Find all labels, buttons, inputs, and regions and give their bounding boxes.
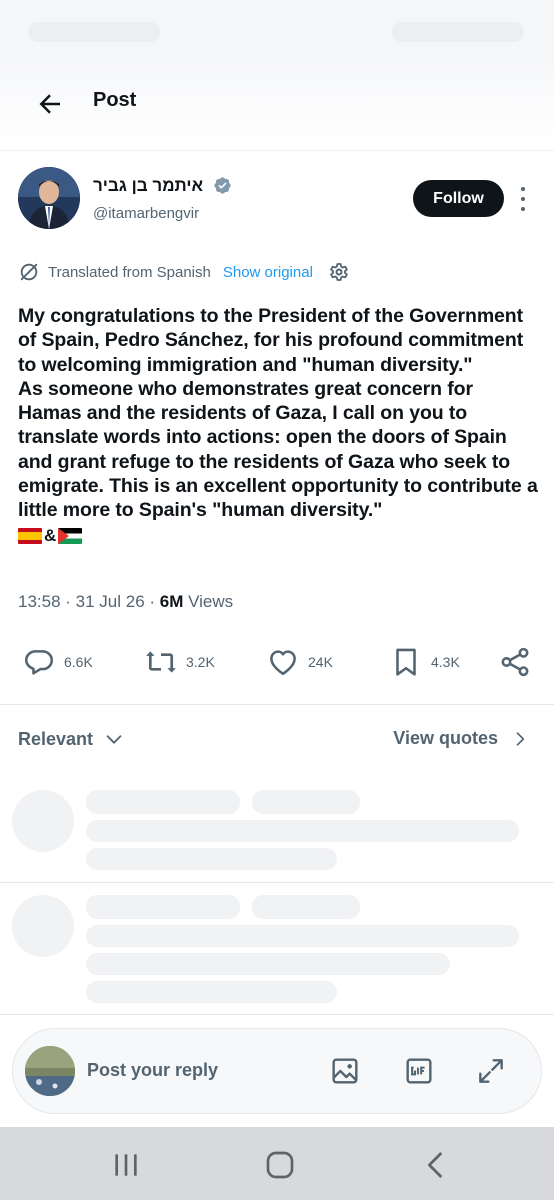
home-icon[interactable] bbox=[264, 1149, 296, 1181]
reply-button[interactable]: 6.6K bbox=[22, 640, 93, 684]
top-app-bar: Post bbox=[0, 64, 554, 150]
reply-count: 6.6K bbox=[64, 654, 93, 670]
dot-icon bbox=[521, 197, 525, 201]
skeleton-line bbox=[86, 820, 519, 842]
header-divider bbox=[0, 150, 554, 151]
translate-slash-icon bbox=[20, 263, 38, 281]
sort-replies-dropdown[interactable]: Relevant bbox=[18, 728, 125, 750]
status-bar-indicators bbox=[392, 22, 524, 42]
skeleton-divider bbox=[0, 1014, 554, 1015]
action-bar: 6.6K 3.2K 24K 4.3K bbox=[0, 640, 554, 684]
expand-icon[interactable] bbox=[475, 1055, 507, 1087]
bookmark-icon bbox=[396, 648, 416, 676]
reply-icon bbox=[24, 650, 54, 675]
status-bar bbox=[0, 0, 554, 64]
skeleton-avatar bbox=[12, 790, 74, 852]
back-button[interactable] bbox=[30, 84, 70, 124]
post-text: My congratulations to the President of t… bbox=[18, 304, 538, 548]
back-nav-icon[interactable] bbox=[420, 1149, 452, 1181]
dot-icon bbox=[521, 187, 525, 191]
actions-divider bbox=[0, 704, 554, 705]
skeleton-line bbox=[252, 895, 360, 919]
like-button[interactable]: 24K bbox=[266, 640, 333, 684]
skeleton-line bbox=[252, 790, 360, 814]
skeleton-line bbox=[86, 953, 450, 975]
view-quotes-label: View quotes bbox=[393, 728, 498, 748]
my-avatar-image bbox=[25, 1046, 75, 1096]
page-title: Post bbox=[93, 89, 137, 111]
arrow-left-icon bbox=[39, 94, 60, 114]
skeleton-line bbox=[86, 925, 519, 947]
chevron-right-icon bbox=[516, 731, 525, 746]
recent-apps-icon[interactable] bbox=[110, 1149, 142, 1181]
image-icon[interactable] bbox=[329, 1055, 361, 1087]
verified-badge-icon bbox=[214, 177, 231, 194]
spain-flag-icon bbox=[18, 527, 42, 544]
post-time: 13:58 bbox=[18, 592, 61, 611]
share-icon bbox=[501, 647, 529, 677]
bookmark-count: 4.3K bbox=[431, 654, 460, 670]
follow-button[interactable]: Follow bbox=[413, 180, 504, 217]
chevron-down-icon bbox=[106, 735, 122, 744]
like-count: 24K bbox=[308, 654, 333, 670]
palestine-flag-icon bbox=[58, 527, 83, 544]
my-avatar[interactable] bbox=[25, 1046, 75, 1096]
views-count[interactable]: 6M bbox=[160, 592, 184, 611]
flag-emojis: & bbox=[18, 524, 538, 548]
translation-row: Translated from Spanish Show original bbox=[18, 260, 351, 284]
meta-separator: · bbox=[60, 592, 76, 611]
skeleton-line bbox=[86, 981, 337, 1003]
post-meta: 13:58 · 31 Jul 26 · 6M Views bbox=[18, 592, 233, 612]
sort-label: Relevant bbox=[18, 728, 94, 749]
skeleton-avatar bbox=[12, 895, 74, 957]
bookmark-button[interactable]: 4.3K bbox=[389, 640, 460, 684]
skeleton-line bbox=[86, 848, 337, 870]
author-name[interactable]: איתמר בן גביר bbox=[93, 176, 203, 196]
skeleton-divider bbox=[0, 882, 554, 883]
repost-count: 3.2K bbox=[186, 654, 215, 670]
author-avatar[interactable] bbox=[18, 167, 80, 229]
heart-icon bbox=[270, 650, 296, 676]
system-navigation-bar bbox=[0, 1127, 554, 1200]
view-quotes-link[interactable]: View quotes bbox=[393, 728, 530, 749]
skeleton-line bbox=[86, 895, 240, 919]
post-paragraph: As someone who demonstrates great concer… bbox=[18, 377, 538, 522]
skeleton-line bbox=[86, 790, 240, 814]
views-label: Views bbox=[188, 592, 234, 611]
author-handle[interactable]: @itamarbengvir bbox=[93, 205, 199, 222]
post-paragraph: My congratulations to the President of t… bbox=[18, 305, 524, 376]
reply-composer: Post your reply bbox=[12, 1028, 542, 1114]
emoji-joiner: & bbox=[44, 525, 57, 545]
repost-button[interactable]: 3.2K bbox=[144, 640, 215, 684]
translated-from-label: Translated from Spanish bbox=[48, 263, 211, 281]
dot-icon bbox=[521, 207, 525, 211]
gif-icon[interactable] bbox=[403, 1055, 435, 1087]
more-options-button[interactable] bbox=[515, 184, 531, 214]
share-button[interactable] bbox=[498, 640, 532, 684]
author-avatar-image bbox=[18, 167, 80, 229]
gear-icon[interactable] bbox=[327, 260, 351, 284]
status-bar-time bbox=[28, 22, 160, 42]
reply-input[interactable]: Post your reply bbox=[87, 1060, 218, 1081]
post-date: 31 Jul 26 bbox=[75, 592, 145, 611]
show-original-link[interactable]: Show original bbox=[223, 264, 313, 281]
repost-icon bbox=[146, 651, 176, 673]
meta-separator: · bbox=[144, 592, 160, 611]
